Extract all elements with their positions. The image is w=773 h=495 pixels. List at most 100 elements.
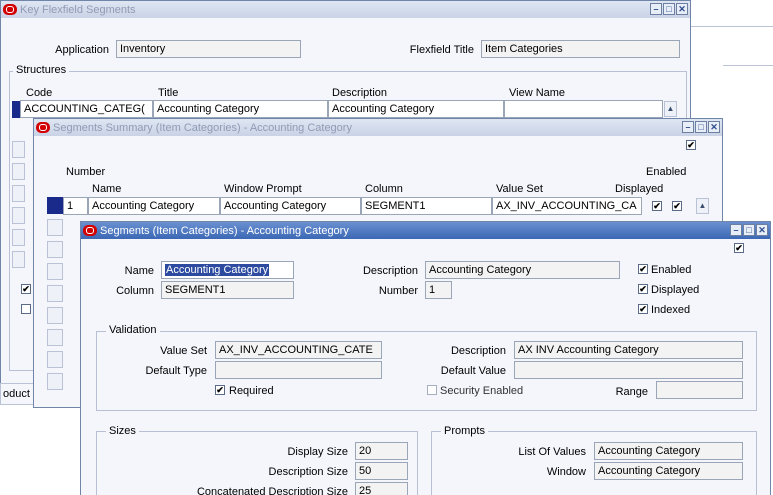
name-value: Accounting Category xyxy=(165,264,270,276)
record-indicator[interactable] xyxy=(12,185,25,202)
oracle-icon xyxy=(3,4,17,15)
top-right-checkbox[interactable]: ✔ xyxy=(686,140,696,150)
display-size-label: Display Size xyxy=(287,446,348,458)
record-indicator[interactable] xyxy=(47,351,63,368)
record-indicator[interactable] xyxy=(47,241,63,258)
flexfield-title-label: Flexfield Title xyxy=(409,44,474,56)
window-title: Key Flexfield Segments xyxy=(20,3,136,16)
record-indicator[interactable] xyxy=(12,207,25,224)
code-header: Code xyxy=(26,87,53,99)
window-prompt-field[interactable]: Accounting Category xyxy=(220,197,361,215)
number-field[interactable]: 1 xyxy=(63,197,88,215)
segments-titlebar[interactable]: Segments (Item Categories) - Accounting … xyxy=(81,222,770,239)
enabled-checkbox[interactable]: ✔ xyxy=(672,201,682,211)
window-prompt-field[interactable]: Accounting Category xyxy=(594,462,743,480)
column-header: Column xyxy=(365,183,403,195)
security-enabled-checkbox[interactable] xyxy=(427,385,437,395)
column-field[interactable]: SEGMENT1 xyxy=(361,197,492,215)
vs-description-field[interactable]: AX INV Accounting Category xyxy=(514,341,743,359)
description-field[interactable]: Accounting Category xyxy=(328,100,504,118)
record-indicator[interactable] xyxy=(47,285,63,302)
value-set-field[interactable]: AX_INV_ACCOUNTING_CATE xyxy=(215,341,382,359)
description-field[interactable]: Accounting Category xyxy=(425,261,620,279)
name-label: Name xyxy=(124,265,154,277)
segments-summary-titlebar[interactable]: Segments Summary (Item Categories) - Acc… xyxy=(34,119,722,136)
list-of-values-field[interactable]: Accounting Category xyxy=(594,442,743,460)
security-enabled-label: Security Enabled xyxy=(440,385,524,397)
range-label: Range xyxy=(615,386,648,398)
required-label: Required xyxy=(229,385,274,397)
default-type-field[interactable] xyxy=(215,361,382,379)
name-field[interactable]: Accounting Category xyxy=(88,197,220,215)
minimize-icon[interactable]: – xyxy=(650,3,662,15)
displayed-label: Displayed xyxy=(651,284,700,296)
enabled-label: Enabled xyxy=(651,264,692,276)
record-indicator[interactable] xyxy=(47,219,63,236)
title-field[interactable]: Accounting Category xyxy=(153,100,328,118)
window-title: Segments (Item Categories) - Accounting … xyxy=(100,224,349,237)
prompts-title: Prompts xyxy=(441,425,488,437)
close-icon[interactable]: ✕ xyxy=(756,224,768,236)
record-indicator[interactable] xyxy=(47,263,63,280)
enabled-checkbox[interactable]: ✔ xyxy=(638,264,648,274)
close-icon[interactable]: ✕ xyxy=(676,3,688,15)
structures-title: Structures xyxy=(13,64,70,76)
column-label: Column xyxy=(116,285,154,297)
number-label: Number xyxy=(378,285,418,297)
product-partial-label: oduct xyxy=(3,388,30,400)
value-set-field[interactable]: AX_INV_ACCOUNTING_CA xyxy=(492,197,642,215)
range-field[interactable] xyxy=(656,381,743,399)
record-indicator[interactable] xyxy=(47,307,63,324)
window-prompt-header: Window Prompt xyxy=(224,183,302,195)
view-name-field[interactable] xyxy=(504,100,663,118)
record-indicator[interactable] xyxy=(12,251,25,268)
background-window-edge xyxy=(691,26,773,27)
window-prompt-label: Window xyxy=(546,466,586,478)
minimize-icon[interactable]: – xyxy=(730,224,742,236)
top-right-checkbox[interactable]: ✔ xyxy=(734,243,744,253)
number-header: Number xyxy=(66,166,106,178)
enabled-header: Enabled xyxy=(646,166,687,178)
minimize-icon[interactable]: – xyxy=(682,121,694,133)
maximize-icon[interactable]: □ xyxy=(743,224,755,236)
indexed-label: Indexed xyxy=(651,304,691,316)
default-type-label: Default Type xyxy=(145,365,207,377)
record-indicator[interactable] xyxy=(47,329,63,346)
scroll-up-icon[interactable]: ▲ xyxy=(696,198,709,214)
default-value-label: Default Value xyxy=(440,365,506,377)
current-record-indicator[interactable] xyxy=(47,197,63,214)
freeze-checkbox[interactable] xyxy=(21,304,31,314)
record-indicator[interactable] xyxy=(12,141,25,158)
record-indicator[interactable] xyxy=(12,229,25,246)
description-size-field[interactable]: 50 xyxy=(355,462,408,480)
indexed-checkbox[interactable]: ✔ xyxy=(638,304,648,314)
displayed-checkbox[interactable]: ✔ xyxy=(638,284,648,294)
displayed-checkbox[interactable]: ✔ xyxy=(652,201,662,211)
application-label: Application xyxy=(55,44,109,56)
display-size-field[interactable]: 20 xyxy=(355,442,408,460)
vs-description-label: Description xyxy=(450,345,506,357)
maximize-icon[interactable]: □ xyxy=(695,121,707,133)
oracle-icon xyxy=(36,122,50,133)
description-size-label: Description Size xyxy=(268,466,348,478)
application-field[interactable]: Inventory xyxy=(116,40,301,58)
name-field[interactable]: Accounting Category xyxy=(161,261,294,279)
flexfield-title-field[interactable]: Item Categories xyxy=(481,40,680,58)
key-flexfield-titlebar[interactable]: Key Flexfield Segments – □ ✕ xyxy=(1,1,690,18)
code-field[interactable]: ACCOUNTING_CATEG( xyxy=(20,100,153,118)
close-icon[interactable]: ✕ xyxy=(708,121,720,133)
displayed-header: Displayed xyxy=(615,183,664,195)
record-indicator[interactable] xyxy=(47,373,63,390)
default-value-field[interactable] xyxy=(514,361,743,379)
view-name-header: View Name xyxy=(509,87,566,99)
record-indicator[interactable] xyxy=(12,163,25,180)
number-field[interactable]: 1 xyxy=(425,281,452,299)
enabled-checkbox[interactable]: ✔ xyxy=(21,284,31,294)
required-checkbox[interactable]: ✔ xyxy=(215,385,225,395)
maximize-icon[interactable]: □ xyxy=(663,3,675,15)
concatenated-description-size-field[interactable]: 25 xyxy=(355,482,408,495)
concatenated-description-size-label: Concatenated Description Size xyxy=(196,486,348,495)
scroll-up-icon[interactable]: ▲ xyxy=(664,101,677,117)
column-field[interactable]: SEGMENT1 xyxy=(161,281,294,299)
window-title: Segments Summary (Item Categories) - Acc… xyxy=(53,121,352,134)
